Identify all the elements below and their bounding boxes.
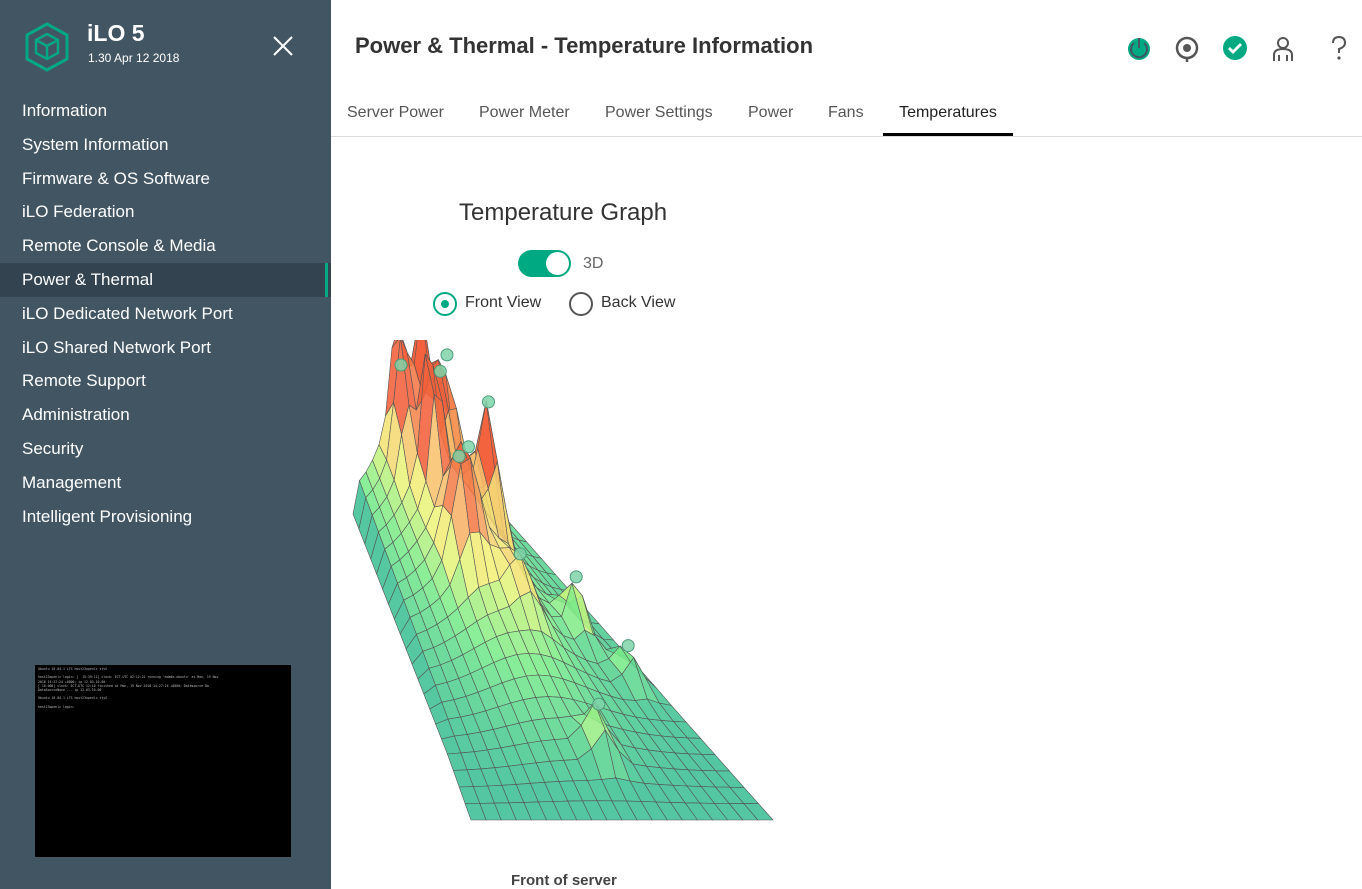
- sidebar-item-ilo-shared-network-port[interactable]: iLO Shared Network Port: [0, 331, 331, 365]
- sidebar-nav: Information System Information Firmware & …: [0, 94, 331, 533]
- sensor-marker[interactable]: [513, 547, 527, 561]
- tab-power-meter[interactable]: Power Meter: [479, 94, 570, 136]
- front-view-radio-circle[interactable]: [433, 292, 457, 316]
- toggle-3d-label: 3D: [583, 255, 604, 272]
- app-version: 1.30 Apr 12 2018: [88, 51, 180, 65]
- tab-power-settings[interactable]: Power Settings: [605, 94, 713, 136]
- sensor-marker[interactable]: [452, 449, 466, 463]
- locator-icon[interactable]: [1173, 34, 1201, 62]
- back-view-radio-circle[interactable]: [569, 292, 593, 316]
- sensor-marker[interactable]: [569, 570, 583, 584]
- remote-console-thumbnail[interactable]: Ubuntu 18.04.1 LTS host23openlc ttyS hos…: [35, 665, 291, 857]
- tab-server-power[interactable]: Server Power: [347, 94, 444, 136]
- sensor-marker[interactable]: [482, 395, 495, 409]
- sensor-marker[interactable]: [592, 697, 606, 711]
- sidebar-item-firmware-os-software[interactable]: Firmware & OS Software: [0, 162, 331, 196]
- back-view-label: Back View: [601, 294, 676, 311]
- radio-selected-dot: [441, 300, 449, 308]
- sensor-marker[interactable]: [621, 639, 635, 653]
- app-name: iLO 5: [87, 20, 145, 46]
- sidebar-item-system-information[interactable]: System Information: [0, 128, 331, 162]
- sidebar-item-administration[interactable]: Administration: [0, 398, 331, 432]
- user-icon[interactable]: [1269, 34, 1297, 62]
- sensor-marker[interactable]: [394, 358, 408, 372]
- sidebar-item-ilo-dedicated-network-port[interactable]: iLO Dedicated Network Port: [0, 297, 331, 331]
- sidebar-item-remote-support[interactable]: Remote Support: [0, 364, 331, 398]
- help-icon[interactable]: [1325, 34, 1353, 62]
- sidebar-item-management[interactable]: Management: [0, 466, 331, 500]
- sidebar: iLO 5 1.30 Apr 12 2018 Information System…: [0, 0, 331, 889]
- sidebar-item-ilo-federation[interactable]: iLO Federation: [0, 195, 331, 229]
- tab-bar: Server Power Power Meter Power Settings Pow…: [331, 94, 1362, 137]
- close-sidebar-icon[interactable]: [268, 31, 298, 61]
- ilo-logo-icon: [25, 22, 69, 72]
- tab-temperatures[interactable]: Temperatures: [883, 94, 1013, 136]
- tab-fans[interactable]: Fans: [828, 94, 864, 136]
- sensor-marker[interactable]: [433, 364, 447, 378]
- graph-title: Temperature Graph: [459, 199, 668, 226]
- sensor-marker[interactable]: [462, 440, 475, 454]
- sidebar-item-security[interactable]: Security: [0, 432, 331, 466]
- power-status-icon[interactable]: [1125, 34, 1153, 62]
- page-title: Power & Thermal - Temperature Informatio…: [355, 33, 814, 58]
- toggle-knob: [546, 252, 569, 275]
- front-view-label: Front View: [465, 294, 542, 311]
- sidebar-item-power-thermal[interactable]: Power & Thermal: [0, 262, 331, 297]
- sidebar-item-intelligent-provisioning[interactable]: Intelligent Provisioning: [0, 500, 331, 534]
- graph-caption: Front of server: [511, 872, 617, 889]
- sensor-marker[interactable]: [440, 348, 454, 362]
- sidebar-item-remote-console-media[interactable]: Remote Console & Media: [0, 229, 331, 263]
- tab-power[interactable]: Power: [748, 94, 793, 136]
- toggle-3d-switch[interactable]: [518, 250, 571, 277]
- console-preview-text: Ubuntu 18.04.1 LTS host23openlc ttyS hos…: [38, 667, 219, 709]
- health-ok-icon[interactable]: [1221, 34, 1249, 62]
- sidebar-item-information[interactable]: Information: [0, 94, 331, 128]
- temperature-surface-graph[interactable]: [331, 340, 851, 860]
- main-content: Power & Thermal - Temperature Informatio…: [331, 0, 1362, 889]
